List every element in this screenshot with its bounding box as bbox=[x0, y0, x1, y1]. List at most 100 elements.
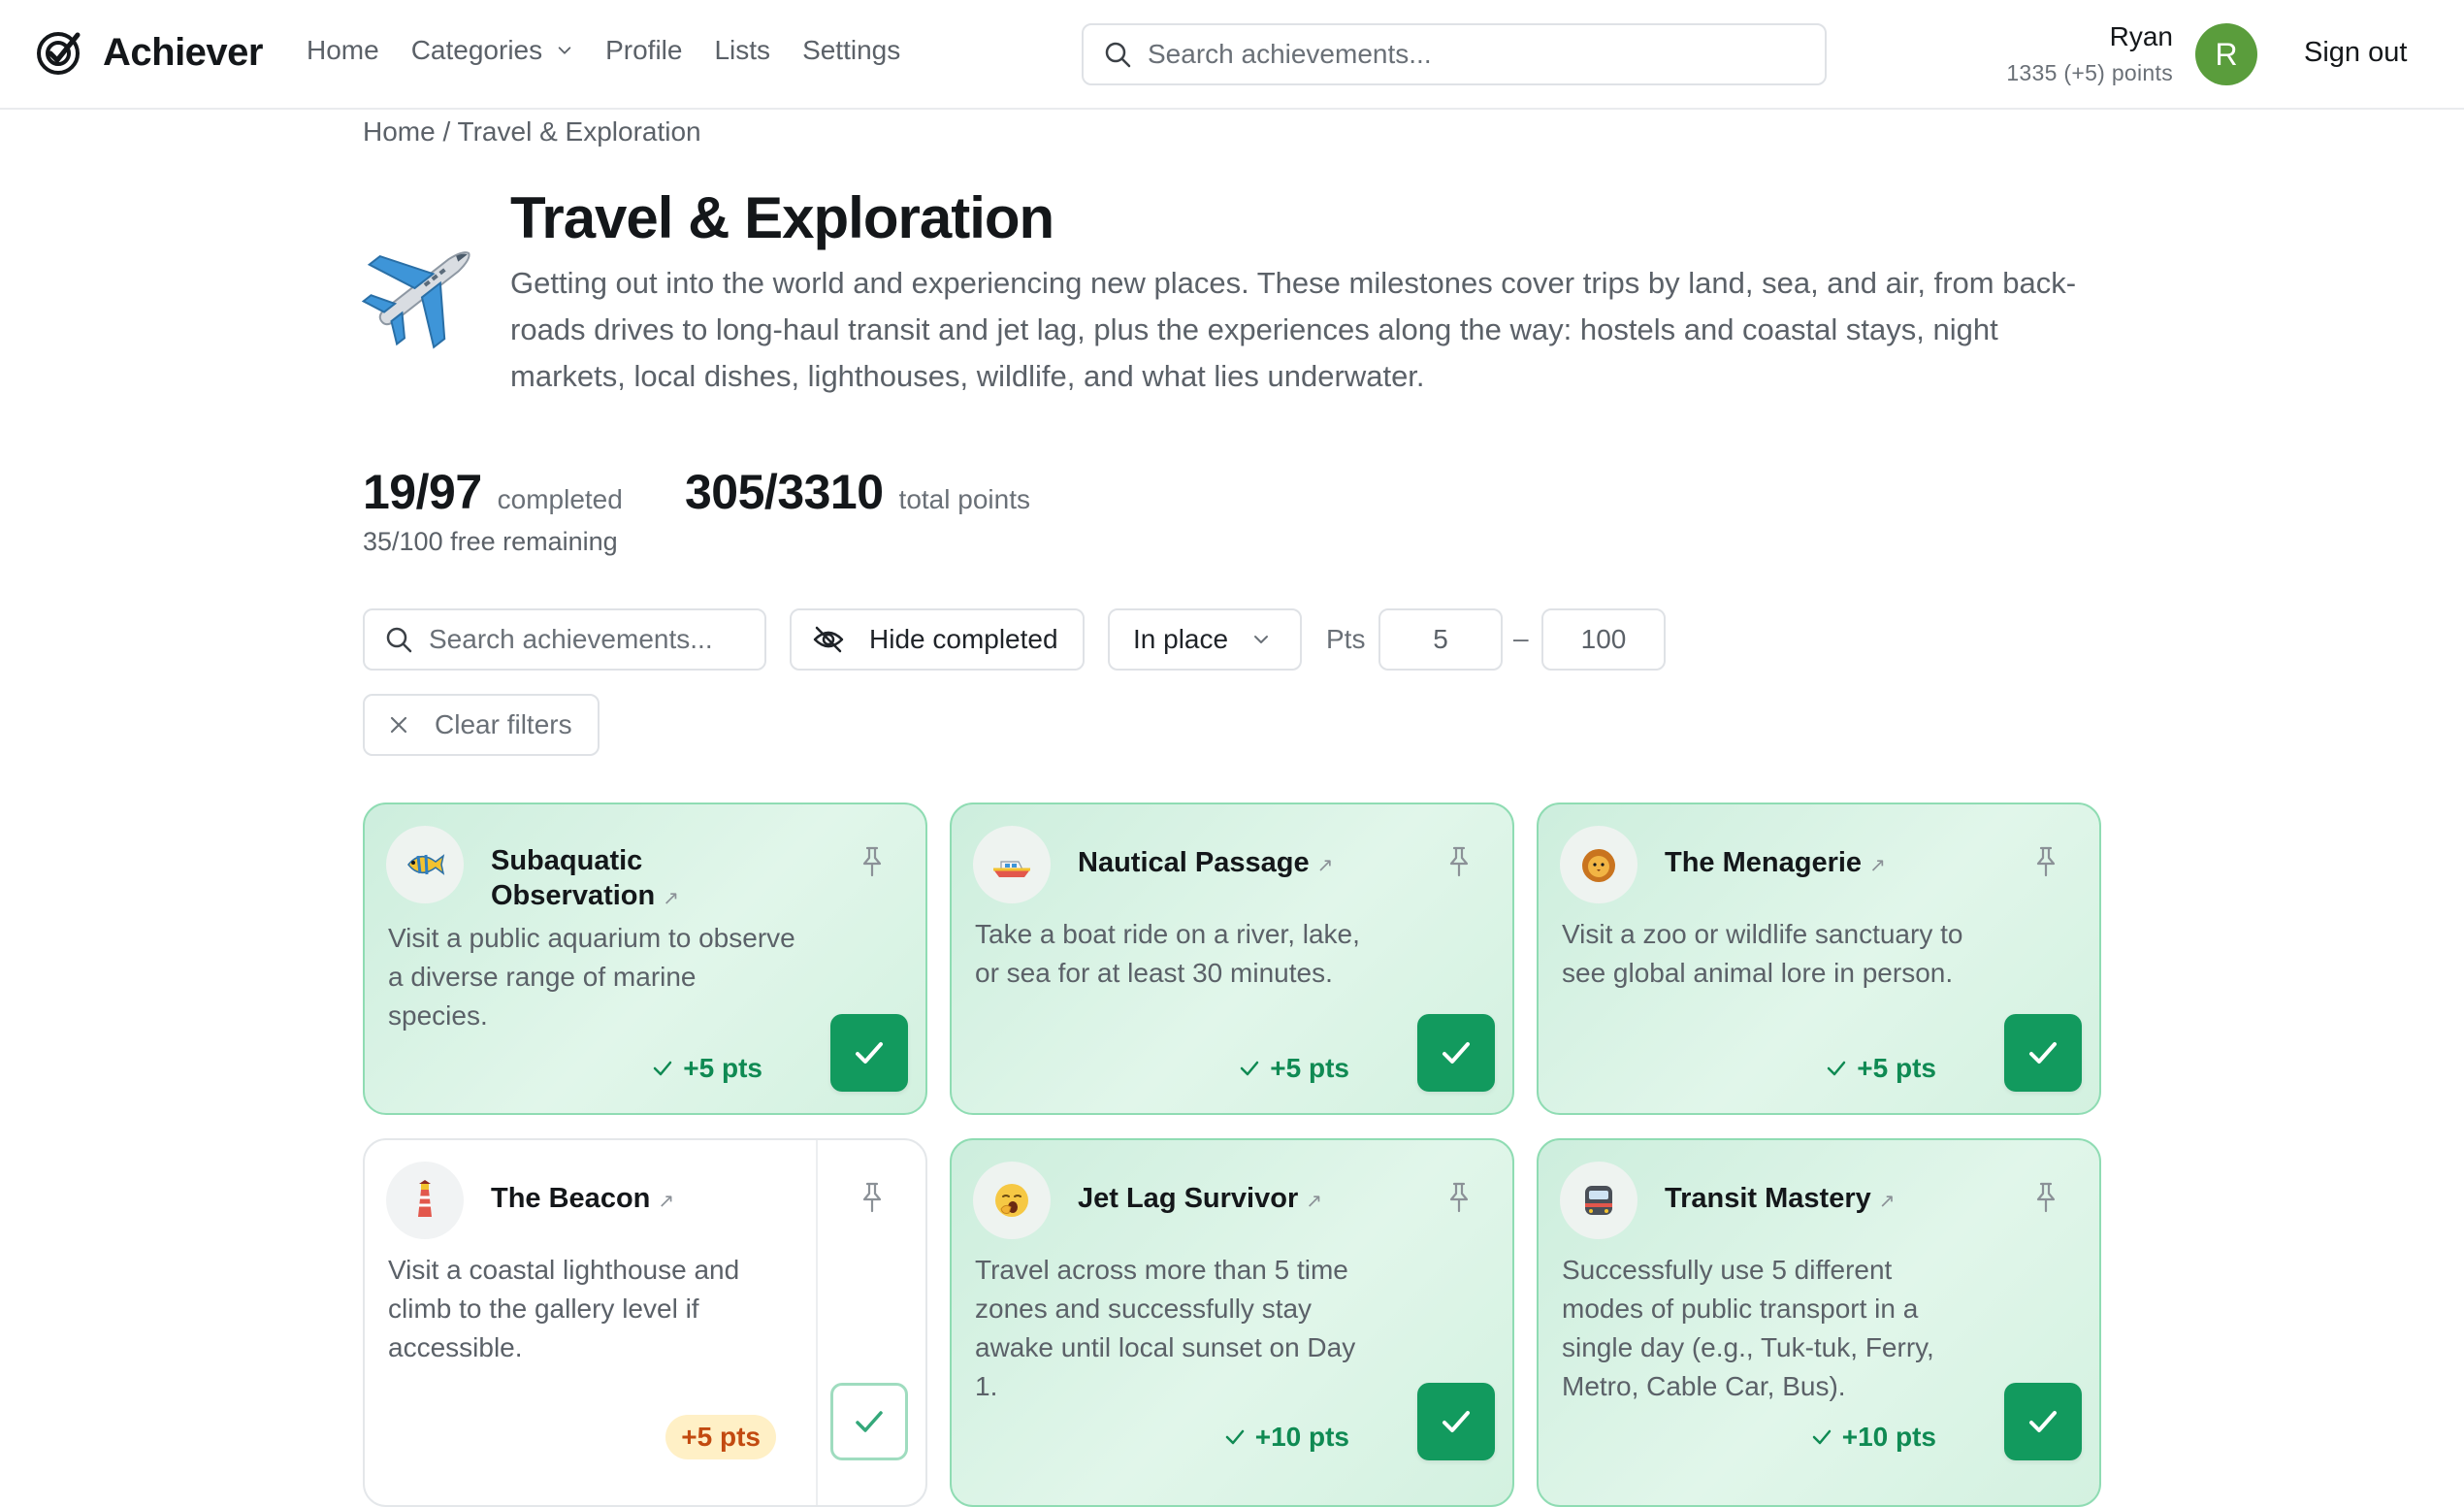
achievement-icon-wrap bbox=[1560, 1162, 1637, 1239]
complete-toggle[interactable] bbox=[1417, 1383, 1495, 1460]
achievement-title[interactable]: The Menagerie ↗ bbox=[1665, 845, 1985, 883]
nav-settings[interactable]: Settings bbox=[802, 35, 900, 66]
nav-profile[interactable]: Profile bbox=[605, 35, 682, 66]
points-badge-text: +10 pts bbox=[1254, 1422, 1349, 1452]
pin-icon[interactable] bbox=[1444, 845, 1474, 878]
achievement-title-text: The Beacon bbox=[491, 1183, 651, 1214]
check-icon bbox=[654, 1061, 672, 1076]
achievement-title-text: Jet Lag Survivor bbox=[1078, 1183, 1299, 1214]
complete-toggle[interactable] bbox=[830, 1383, 908, 1460]
check-icon bbox=[1443, 1042, 1470, 1064]
points-badge-text: +5 pts bbox=[1857, 1053, 1936, 1083]
avatar[interactable]: R bbox=[2195, 23, 2257, 85]
filter-search-input[interactable] bbox=[429, 624, 749, 655]
achievement-icon-wrap bbox=[386, 1162, 464, 1239]
user-info: Ryan 1335 (+5) points bbox=[2006, 21, 2173, 86]
main-nav: Home Categories Profile Lists Settings bbox=[307, 35, 900, 66]
achievement-title[interactable]: Subaquatic Observation ↗ bbox=[491, 843, 811, 916]
achievement-title-text: Subaquatic Observation bbox=[491, 845, 656, 911]
card-divider bbox=[816, 1140, 818, 1505]
complete-toggle[interactable] bbox=[1417, 1014, 1495, 1092]
achievement-title-text: Transit Mastery bbox=[1665, 1183, 1871, 1214]
check-icon bbox=[1812, 1429, 1831, 1445]
achievement-description: Successfully use 5 different modes of pu… bbox=[1562, 1255, 1934, 1401]
external-link-icon: ↗ bbox=[1316, 855, 1334, 876]
motor-boat-icon bbox=[993, 861, 1030, 877]
breadcrumb-home[interactable]: Home bbox=[363, 116, 436, 147]
external-link-icon: ↗ bbox=[1869, 855, 1886, 876]
yawning-face-icon bbox=[995, 1184, 1028, 1217]
chevron-down-icon bbox=[1254, 636, 1269, 643]
points-badge-text: +5 pts bbox=[1270, 1053, 1349, 1083]
achievement-description: Visit a zoo or wildlife sanctuary to see… bbox=[1562, 919, 1963, 988]
complete-toggle[interactable] bbox=[2004, 1014, 2082, 1092]
nav-home[interactable]: Home bbox=[307, 35, 379, 66]
pin-icon[interactable] bbox=[2031, 845, 2060, 878]
category-description: Getting out into the world and experienc… bbox=[510, 266, 2077, 393]
points-filter-label: Pts bbox=[1326, 624, 1366, 654]
nav-lists[interactable]: Lists bbox=[714, 35, 770, 66]
points-badge: +10 pts bbox=[1798, 1415, 1950, 1459]
breadcrumb: Home / Travel & Exploration bbox=[363, 116, 701, 147]
tropical-fish-icon bbox=[407, 854, 445, 875]
achievement-icon-wrap bbox=[1560, 826, 1637, 903]
achievement-description: Take a boat ride on a river, lake, or se… bbox=[975, 919, 1360, 988]
achievement-title[interactable]: Transit Mastery ↗ bbox=[1665, 1181, 1985, 1219]
breadcrumb-current: Travel & Exploration bbox=[457, 116, 701, 147]
close-icon bbox=[390, 716, 407, 734]
points-min-input[interactable] bbox=[1378, 608, 1503, 671]
hide-completed-label: Hide completed bbox=[869, 624, 1058, 654]
achievement-icon-wrap bbox=[973, 1162, 1051, 1239]
completed-count: 19/97 bbox=[363, 465, 482, 519]
complete-toggle[interactable] bbox=[2004, 1383, 2082, 1460]
external-link-icon: ↗ bbox=[663, 888, 679, 909]
sort-select[interactable]: In place bbox=[1108, 608, 1302, 671]
nav-categories[interactable]: Categories bbox=[411, 35, 573, 66]
achievement-description: Visit a public aquarium to observe a div… bbox=[388, 923, 795, 1031]
achievement-card: Transit Mastery ↗ Successfully use 5 diff… bbox=[1537, 1138, 2101, 1507]
check-icon bbox=[2029, 1411, 2057, 1432]
achievement-description: Travel across more than 5 time zones and… bbox=[975, 1255, 1356, 1401]
pin-icon[interactable] bbox=[858, 1181, 887, 1214]
points-badge: +10 pts bbox=[1211, 1415, 1363, 1459]
achievement-card: The Menagerie ↗ Visit a zoo or wildlife s… bbox=[1537, 803, 2101, 1115]
points-badge: +5 pts bbox=[1812, 1046, 1950, 1091]
achievement-title[interactable]: The Beacon ↗ bbox=[491, 1181, 811, 1219]
lighthouse-icon bbox=[418, 1180, 432, 1217]
points-badge: +5 pts bbox=[1225, 1046, 1363, 1091]
complete-toggle[interactable] bbox=[830, 1014, 908, 1092]
points-max-input[interactable] bbox=[1541, 608, 1666, 671]
global-search-input[interactable] bbox=[1148, 39, 1807, 70]
points-badge-text: +5 pts bbox=[681, 1422, 761, 1452]
check-icon bbox=[1443, 1411, 1470, 1432]
sign-out-button[interactable]: Sign out bbox=[2304, 37, 2407, 69]
completed-stat: 19/97 completed bbox=[363, 464, 623, 520]
pin-icon[interactable] bbox=[1444, 1181, 1474, 1214]
achievement-title[interactable]: Nautical Passage ↗ bbox=[1078, 845, 1398, 883]
user-points: 1335 (+5) points bbox=[2006, 60, 2173, 85]
points-badge-text: +5 pts bbox=[683, 1053, 762, 1083]
check-icon bbox=[1225, 1429, 1244, 1445]
search-icon bbox=[1105, 42, 1131, 68]
target-check-icon bbox=[37, 32, 81, 75]
points-label: total points bbox=[898, 484, 1030, 514]
pin-icon[interactable] bbox=[2031, 1181, 2060, 1214]
pin-icon[interactable] bbox=[858, 845, 887, 878]
achievement-title-text: Nautical Passage bbox=[1078, 847, 1310, 878]
achievement-title-text: The Menagerie bbox=[1665, 847, 1863, 878]
achievement-card: Nautical Passage ↗ Take a boat ride on a … bbox=[950, 803, 1514, 1115]
clear-filters-label: Clear filters bbox=[435, 709, 572, 739]
clear-filters-button[interactable]: Clear filters bbox=[363, 694, 600, 756]
app-logo[interactable]: Achiever bbox=[33, 27, 263, 78]
search-icon bbox=[386, 627, 412, 653]
airplane-icon bbox=[361, 251, 470, 349]
achievement-title[interactable]: Jet Lag Survivor ↗ bbox=[1078, 1181, 1398, 1219]
global-search bbox=[1082, 23, 1827, 85]
hide-completed-button[interactable]: Hide completed bbox=[790, 608, 1085, 671]
filter-search bbox=[363, 608, 766, 671]
page-title: Travel & Exploration bbox=[510, 185, 1054, 250]
eye-off-icon bbox=[813, 626, 844, 653]
external-link-icon: ↗ bbox=[1878, 1191, 1896, 1212]
external-link-icon: ↗ bbox=[658, 1191, 675, 1212]
achievement-card: The Beacon ↗ Visit a coastal lighthouse a… bbox=[363, 1138, 927, 1507]
